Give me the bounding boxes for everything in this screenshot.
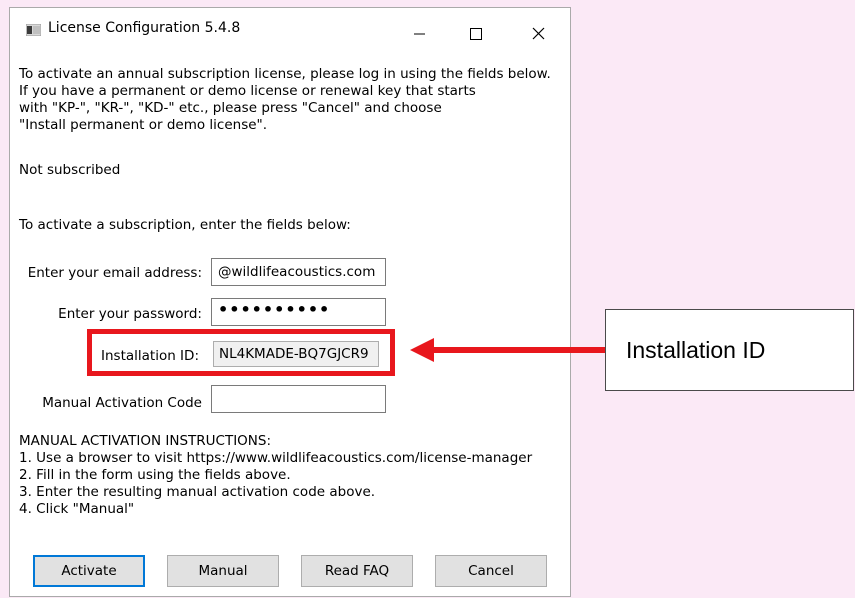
close-icon[interactable]	[516, 8, 562, 46]
intro-line-2: If you have a permanent or demo license …	[19, 83, 476, 99]
password-field[interactable]: ••••••••••	[211, 298, 386, 326]
arrow-icon	[410, 338, 605, 362]
app-icon	[26, 24, 41, 36]
instructions-heading: MANUAL ACTIVATION INSTRUCTIONS:	[19, 433, 272, 449]
subscription-status: Not subscribed	[19, 162, 121, 178]
subscription-prompt: To activate a subscription, enter the fi…	[19, 217, 351, 233]
intro-line-3: with "KP-", "KR-", "KD-" etc., please pr…	[19, 100, 442, 116]
intro-line-4: "Install permanent or demo license".	[19, 117, 268, 133]
window-title: License Configuration 5.4.8	[48, 20, 241, 36]
maximize-icon[interactable]	[453, 8, 499, 46]
installation-id-highlight	[87, 329, 395, 376]
license-configuration-dialog: License Configuration 5.4.8 To activate …	[9, 7, 571, 597]
password-label: Enter your password:	[58, 306, 202, 322]
instruction-step-4: 4. Click "Manual"	[19, 501, 135, 517]
instruction-step-1: 1. Use a browser to visit https://www.wi…	[19, 450, 533, 466]
email-field[interactable]: @wildlifeacoustics.com	[211, 258, 386, 286]
manual-button[interactable]: Manual	[167, 555, 279, 587]
read-faq-button[interactable]: Read FAQ	[301, 555, 413, 587]
instruction-step-2: 2. Fill in the form using the fields abo…	[19, 467, 291, 483]
manual-code-label: Manual Activation Code	[42, 395, 202, 411]
cancel-button[interactable]: Cancel	[435, 555, 547, 587]
minimize-icon[interactable]	[396, 8, 442, 46]
email-label: Enter your email address:	[27, 265, 202, 281]
instruction-step-3: 3. Enter the resulting manual activation…	[19, 484, 376, 500]
title-bar: License Configuration 5.4.8	[10, 8, 570, 46]
intro-line-1: To activate an annual subscription licen…	[19, 66, 551, 82]
manual-code-field[interactable]	[211, 385, 386, 413]
installation-id-callout: Installation ID	[605, 309, 854, 391]
activate-button[interactable]: Activate	[33, 555, 145, 587]
